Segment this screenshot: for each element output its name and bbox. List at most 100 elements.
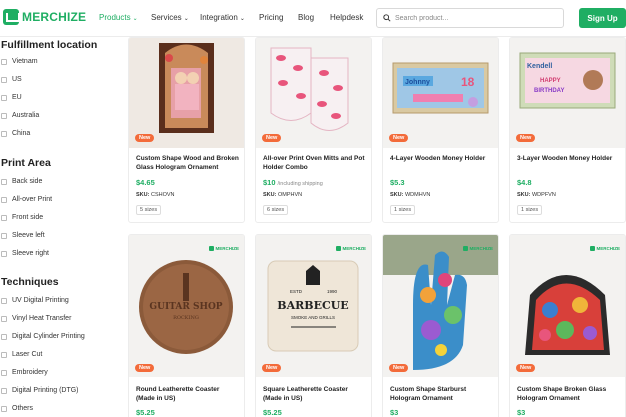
svg-text:Johnny: Johnny <box>405 79 430 86</box>
filter-back-side[interactable]: Back side <box>1 178 42 185</box>
logo-text: MERCHIZE <box>22 10 87 24</box>
product-image: New <box>129 38 244 148</box>
fulfillment-location-title: Fulfillment location <box>1 39 98 51</box>
size-count[interactable]: 1 sizes <box>517 205 543 215</box>
nav-integration[interactable]: Integration ⌄ <box>200 13 245 22</box>
nav-helpdesk[interactable]: Helpdesk <box>330 13 363 22</box>
checkbox-icon[interactable] <box>1 250 7 257</box>
product-price: $3 <box>517 408 526 417</box>
svg-text:Kendell: Kendell <box>527 63 552 70</box>
chevron-down-icon: ⌄ <box>132 16 138 22</box>
merchize-logo-icon <box>3 9 20 25</box>
svg-text:GUITAR SHOP: GUITAR SHOP <box>149 302 222 312</box>
product-price: $10/including shipping <box>263 178 323 187</box>
product-price: $4.65 <box>136 178 155 187</box>
merchize-logo[interactable]: MERCHIZE <box>3 9 86 25</box>
filter-uv-digital-printing[interactable]: UV Digital Printing <box>1 297 69 304</box>
product-card[interactable]: Kendell HAPPY BIRTHDAY New 3-Layer Woode… <box>509 37 626 223</box>
chevron-down-icon: ⌄ <box>239 16 245 22</box>
product-title[interactable]: Custom Shape Starburst Hologram Ornament <box>390 385 494 403</box>
nav-blog[interactable]: Blog <box>298 13 314 22</box>
filter-others[interactable]: Others <box>1 405 33 412</box>
checkbox-icon[interactable] <box>1 369 7 376</box>
product-sku: SKU: CSHOVN <box>136 192 175 198</box>
filter-sleeve-left[interactable]: Sleeve left <box>1 232 45 239</box>
merchize-brand-mark: MERCHIZE <box>208 246 239 251</box>
filter-embroidery[interactable]: Embroidery <box>1 369 48 376</box>
svg-text:1990: 1990 <box>327 289 338 294</box>
checkbox-icon[interactable] <box>1 130 7 137</box>
svg-text:SMOKE AND GRILLS: SMOKE AND GRILLS <box>291 315 335 320</box>
product-image: Kendell HAPPY BIRTHDAY New <box>510 38 625 148</box>
svg-text:ESTD: ESTD <box>290 289 303 294</box>
new-badge: New <box>389 364 409 372</box>
product-sku: SKU: WDMHVN <box>390 192 431 198</box>
size-count[interactable]: 5 sizes <box>136 205 162 215</box>
product-title[interactable]: Round Leatherette Coaster (Made in US) <box>136 385 240 403</box>
search-input[interactable] <box>395 14 555 22</box>
checkbox-icon[interactable] <box>1 315 7 322</box>
checkbox-icon[interactable] <box>1 76 7 83</box>
checkbox-icon[interactable] <box>1 297 7 304</box>
filter-sidebar: Fulfillment location Vietnam US EU Austr… <box>0 37 120 417</box>
checkbox-icon[interactable] <box>1 387 7 394</box>
filter-sleeve-right[interactable]: Sleeve right <box>1 250 49 257</box>
filter-all-over-print[interactable]: All-over Print <box>1 196 52 203</box>
filter-vietnam[interactable]: Vietnam <box>1 58 38 65</box>
checkbox-icon[interactable] <box>1 178 7 185</box>
product-image: ESTD 1990 BARBECUE SMOKE AND GRILLS MERC… <box>256 235 371 377</box>
filter-eu[interactable]: EU <box>1 94 22 101</box>
product-title[interactable]: Custom Shape Broken Glass Hologram Ornam… <box>517 385 621 403</box>
merchize-brand-mark: MERCHIZE <box>462 246 493 251</box>
nav-services[interactable]: Services ⌄ <box>151 13 189 22</box>
size-count[interactable]: 6 sizes <box>263 205 289 215</box>
checkbox-icon[interactable] <box>1 196 7 203</box>
filter-us[interactable]: US <box>1 76 22 83</box>
product-card[interactable]: ESTD 1990 BARBECUE SMOKE AND GRILLS MERC… <box>255 234 372 417</box>
product-card[interactable]: New Custom Shape Wood and Broken Glass H… <box>128 37 245 223</box>
product-card[interactable]: GUITAR SHOP ROCKING MERCHIZE New Round L… <box>128 234 245 417</box>
new-badge: New <box>135 134 155 142</box>
product-card[interactable]: Johnny 18 New 4-Layer Wooden Money Holde… <box>382 37 499 223</box>
search-icon <box>383 14 391 22</box>
merchize-brand-mark: MERCHIZE <box>589 246 620 251</box>
filter-australia[interactable]: Australia <box>1 112 39 119</box>
checkbox-icon[interactable] <box>1 58 7 65</box>
product-card[interactable]: MERCHIZE New Custom Shape Broken Glass H… <box>509 234 626 417</box>
product-price: $3 <box>390 408 399 417</box>
checkbox-icon[interactable] <box>1 333 7 340</box>
checkbox-icon[interactable] <box>1 214 7 221</box>
product-image: Johnny 18 New <box>383 38 498 148</box>
svg-text:HAPPY: HAPPY <box>540 78 561 84</box>
filter-digital-printing-dtg[interactable]: Digital Printing (DTG) <box>1 387 79 394</box>
new-badge: New <box>262 134 282 142</box>
size-count[interactable]: 1 sizes <box>390 205 416 215</box>
product-title[interactable]: Custom Shape Wood and Broken Glass Holog… <box>136 154 240 172</box>
techniques-title: Techniques <box>1 276 59 288</box>
filter-vinyl-heat-transfer[interactable]: Vinyl Heat Transfer <box>1 315 71 322</box>
nav-pricing[interactable]: Pricing <box>259 13 283 22</box>
filter-laser-cut[interactable]: Laser Cut <box>1 351 42 358</box>
new-badge: New <box>262 364 282 372</box>
checkbox-icon[interactable] <box>1 94 7 101</box>
svg-text:18: 18 <box>461 75 475 89</box>
new-badge: New <box>516 364 536 372</box>
product-title[interactable]: 3-Layer Wooden Money Holder <box>517 154 621 163</box>
filter-digital-cylinder-printing[interactable]: Digital Cylinder Printing <box>1 333 85 340</box>
checkbox-icon[interactable] <box>1 351 7 358</box>
sign-up-button[interactable]: Sign Up <box>579 8 626 28</box>
product-title[interactable]: 4-Layer Wooden Money Holder <box>390 154 494 163</box>
search-box[interactable] <box>376 8 564 28</box>
checkbox-icon[interactable] <box>1 405 7 412</box>
checkbox-icon[interactable] <box>1 112 7 119</box>
product-title[interactable]: All-over Print Oven Mitts and Pot Holder… <box>263 154 367 172</box>
product-card[interactable]: MERCHIZE New Custom Shape Starburst Holo… <box>382 234 499 417</box>
chevron-down-icon: ⌄ <box>183 16 189 22</box>
nav-products[interactable]: Products ⌄ <box>99 13 138 22</box>
product-title[interactable]: Square Leatherette Coaster (Made in US) <box>263 385 367 403</box>
filter-china[interactable]: China <box>1 130 30 137</box>
filter-front-side[interactable]: Front side <box>1 214 43 221</box>
checkbox-icon[interactable] <box>1 232 7 239</box>
svg-text:BIRTHDAY: BIRTHDAY <box>534 88 564 94</box>
product-card[interactable]: New All-over Print Oven Mitts and Pot Ho… <box>255 37 372 223</box>
